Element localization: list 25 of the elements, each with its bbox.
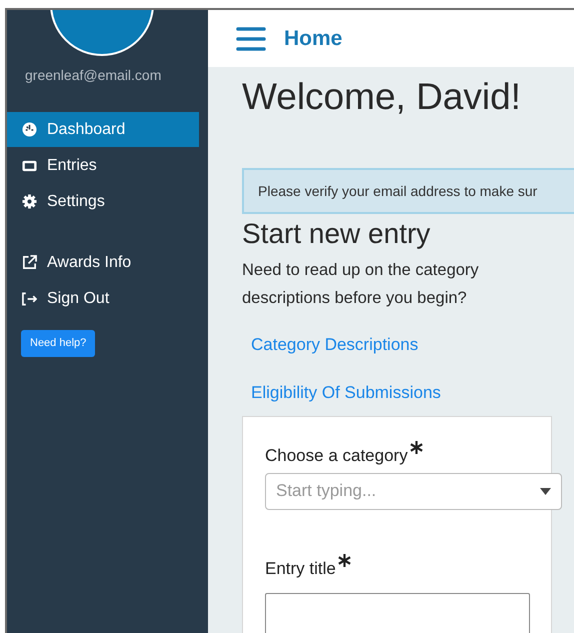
nav-item[interactable]: Settings: [7, 184, 199, 219]
field-label: Entry title: [265, 558, 336, 580]
dropdown-icon: [540, 488, 551, 494]
dashboard-icon: [22, 122, 37, 137]
external-link-icon: [22, 255, 37, 270]
ticket-icon: [22, 160, 37, 172]
category-select[interactable]: Start typing...: [265, 472, 562, 510]
gear-icon: [22, 194, 37, 209]
alert-banner: Please verify your email address to make sur: [242, 168, 574, 214]
welcome-heading: Welcome, David!: [242, 78, 522, 115]
field-label: Choose a category: [265, 445, 408, 467]
menu-icon[interactable]: [236, 26, 266, 50]
intro-text: Need to read up on the category descriptions before you begin?: [242, 260, 480, 309]
nav-item[interactable]: Awards Info: [7, 245, 199, 280]
sign-out-icon: [22, 292, 37, 306]
link[interactable]: Eligibility Of Submissions: [251, 380, 441, 405]
nav-item[interactable]: Dashboard: [7, 112, 199, 147]
email-text: greenleaf@email.com: [25, 66, 162, 85]
title-input[interactable]: [265, 593, 530, 633]
nav-item[interactable]: Sign Out: [7, 281, 199, 316]
section-heading: Start new entry: [242, 220, 432, 248]
link[interactable]: Category Descriptions: [251, 332, 418, 358]
page-title: Home: [284, 26, 342, 52]
help-button[interactable]: Need help?: [21, 330, 96, 357]
nav-item[interactable]: Entries: [7, 148, 199, 183]
